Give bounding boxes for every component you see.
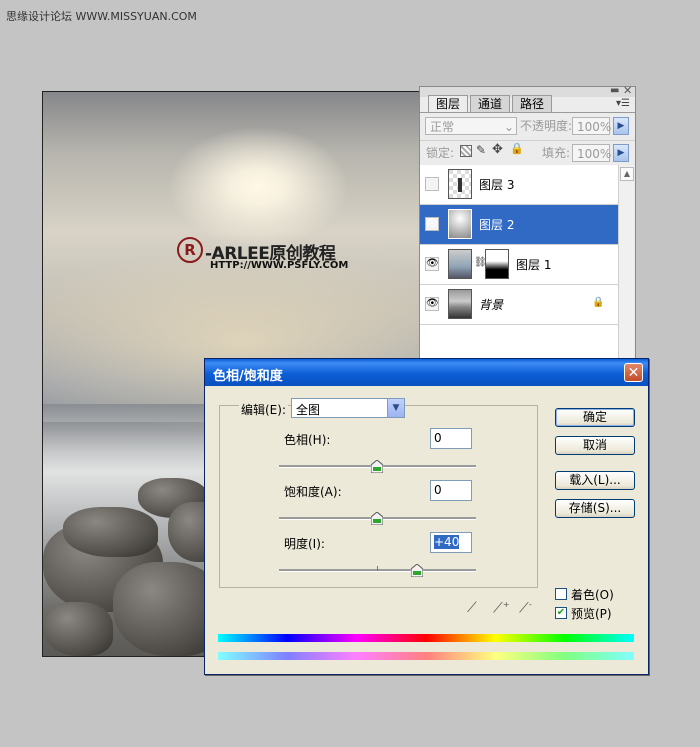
blend-mode-select[interactable]: 正常 ⌄ <box>425 117 517 135</box>
close-button[interactable]: ✕ <box>624 363 643 382</box>
edit-select[interactable]: 全图 ▼ <box>291 398 405 418</box>
lightness-value: +40 <box>434 535 460 549</box>
blend-row: 正常 ⌄ 不透明度: 100% ▶ <box>420 114 635 138</box>
logo-url: HTTP://WWW.PSFLY.COM <box>210 260 349 271</box>
chevron-down-icon: ⌄ <box>503 120 514 134</box>
layer-list: 图层 3 👁 图层 2 👁 ⛓ 图层 1 👁 背景 🔒 <box>420 165 618 361</box>
hue-saturation-dialog: 色相/饱和度 ✕ 编辑(E): 全图 ▼ 色相(H): 0 饱和度(A): 0 … <box>204 358 649 675</box>
tab-divider <box>420 112 635 113</box>
dialog-titlebar[interactable]: 色相/饱和度 ✕ <box>205 359 648 386</box>
layer-thumbnail <box>448 169 472 199</box>
colorize-checkbox[interactable] <box>555 588 567 600</box>
preview-label[interactable]: 预览(P) <box>571 605 612 622</box>
lightness-input[interactable]: +40 <box>430 532 472 553</box>
tab-paths[interactable]: 路径 <box>512 95 552 112</box>
layers-panel: ▬ ✕ 图层 通道 路径 ▾☰ 正常 ⌄ 不透明度: 100% ▶ 锁定: ✎ … <box>419 84 636 364</box>
settings-group <box>219 405 538 588</box>
edit-select-value: 全图 <box>296 403 321 417</box>
rock <box>43 602 113 656</box>
opacity-arrow-icon[interactable]: ▶ <box>613 117 629 135</box>
close-icon[interactable]: ✕ <box>623 84 632 97</box>
scroll-up-icon[interactable]: ▲ <box>620 167 634 181</box>
eyedropper-icon[interactable]: ⟋ <box>467 600 477 616</box>
cancel-button[interactable]: 取消 <box>555 436 635 455</box>
layer-name[interactable]: 图层 1 <box>516 257 551 273</box>
lock-transparency-icon[interactable] <box>460 145 472 157</box>
layer-name[interactable]: 图层 2 <box>479 217 514 233</box>
fill-arrow-icon[interactable]: ▶ <box>613 144 629 162</box>
layer-row-1[interactable]: 👁 ⛓ 图层 1 <box>420 245 618 285</box>
eye-icon[interactable]: 👁 <box>425 257 439 271</box>
opacity-field[interactable]: 100% <box>572 117 611 135</box>
site-watermark: 思缘设计论坛 WWW.MISSYUAN.COM <box>6 10 197 23</box>
fill-label: 填充: <box>542 146 571 160</box>
saturation-slider-knob[interactable] <box>371 512 383 525</box>
layer-thumbnail <box>448 209 472 239</box>
brush-icon[interactable]: ✎ <box>476 143 486 157</box>
saturation-input[interactable]: 0 <box>430 480 472 501</box>
eyedropper-plus-icon[interactable]: ⟋+ <box>493 600 510 617</box>
tab-channels[interactable]: 通道 <box>470 95 510 112</box>
colorize-label[interactable]: 着色(O) <box>571 586 614 603</box>
lightness-label: 明度(I): <box>284 537 325 551</box>
lock-label: 锁定: <box>426 146 455 160</box>
fill-field[interactable]: 100% <box>572 144 611 162</box>
minimize-icon[interactable]: ▬ <box>610 85 619 96</box>
layer-lock-icon: 🔒 <box>592 297 605 308</box>
layer-row-2[interactable]: 👁 图层 2 <box>420 205 618 245</box>
saturation-label: 饱和度(A): <box>284 485 342 499</box>
opacity-label: 不透明度: <box>520 119 573 133</box>
figure-mark <box>458 178 462 192</box>
input-spectrum-bar <box>218 634 634 642</box>
chevron-down-icon[interactable]: ▼ <box>387 399 404 417</box>
registered-logo-icon: R <box>177 237 203 263</box>
load-button[interactable]: 载入(L)... <box>555 471 635 490</box>
eye-icon[interactable]: 👁 <box>425 297 439 311</box>
hue-label: 色相(H): <box>284 433 331 447</box>
slider-center-tick <box>377 566 378 571</box>
layer-row-3[interactable]: 图层 3 <box>420 165 618 205</box>
layer-name[interactable]: 图层 3 <box>479 177 514 193</box>
layer-thumbnail <box>448 249 472 279</box>
layer-mask-thumbnail[interactable] <box>485 249 509 279</box>
hue-slider-knob[interactable] <box>371 460 383 473</box>
lightness-slider-knob[interactable] <box>411 564 423 577</box>
ok-button[interactable]: 确定 <box>555 408 635 427</box>
rock <box>63 507 158 557</box>
eye-icon[interactable]: 👁 <box>425 217 439 231</box>
lock-icon[interactable]: 🔒 <box>510 142 524 155</box>
layer-thumbnail <box>448 289 472 319</box>
edit-label: 编辑(E): <box>239 401 288 418</box>
dialog-title: 色相/饱和度 <box>213 369 283 384</box>
layer-name[interactable]: 背景 <box>479 297 503 313</box>
eyedropper-minus-icon[interactable]: ⟋- <box>519 600 532 617</box>
visibility-toggle-off[interactable] <box>425 177 439 191</box>
layer-row-background[interactable]: 👁 背景 🔒 <box>420 285 618 325</box>
layer-list-scrollbar[interactable]: ▲ <box>618 165 634 361</box>
output-spectrum-bar <box>218 652 634 660</box>
panel-menu-icon[interactable]: ▾☰ <box>616 98 630 109</box>
preview-checkbox[interactable]: ✔ <box>555 607 567 619</box>
save-button[interactable]: 存储(S)... <box>555 499 635 518</box>
hue-input[interactable]: 0 <box>430 428 472 449</box>
tab-layers[interactable]: 图层 <box>428 95 468 113</box>
lock-row: 锁定: ✎ ✥ 🔒 填充: 100% ▶ <box>420 140 635 165</box>
move-icon[interactable]: ✥ <box>492 142 503 157</box>
blend-mode-value: 正常 <box>430 120 455 134</box>
